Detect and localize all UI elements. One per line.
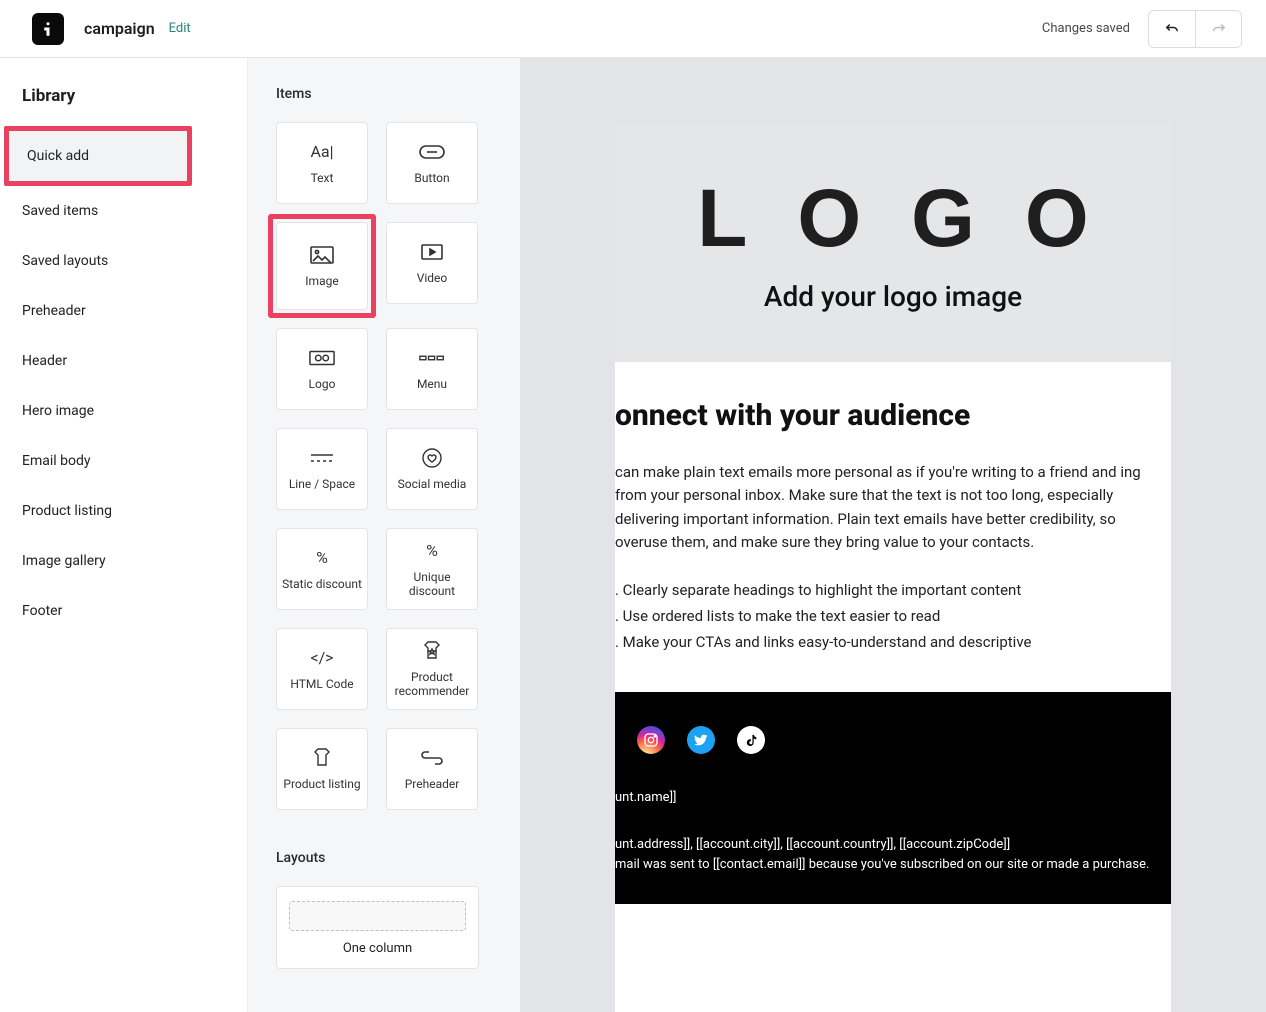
library-item-saved-layouts[interactable]: Saved layouts xyxy=(0,236,247,286)
brand-logo xyxy=(32,13,64,45)
library-item-footer[interactable]: Footer xyxy=(0,586,247,636)
item-html-code[interactable]: </> HTML Code xyxy=(276,628,368,710)
item-label: Image xyxy=(301,274,342,288)
library-item-image-gallery[interactable]: Image gallery xyxy=(0,536,247,586)
item-label: Logo xyxy=(305,377,340,391)
twitter-icon[interactable] xyxy=(687,726,715,754)
edit-link[interactable]: Edit xyxy=(169,21,191,36)
item-unique-discount[interactable]: % Unique discount xyxy=(386,528,478,610)
item-label: Video xyxy=(413,271,452,285)
item-label: Text xyxy=(307,171,338,185)
item-label: Product listing xyxy=(279,777,364,791)
footer-address: unt.address]], [[account.city]], [[accou… xyxy=(615,835,1171,855)
item-image[interactable]: Image xyxy=(276,222,368,310)
redo-icon xyxy=(1210,20,1228,38)
item-logo[interactable]: Logo xyxy=(276,328,368,410)
footer-sent-to: mail was sent to [[contact.email]] becau… xyxy=(615,855,1171,875)
item-static-discount[interactable]: % Static discount xyxy=(276,528,368,610)
content-paragraph: can make plain text emails more personal… xyxy=(615,461,1171,554)
library-item-preheader[interactable]: Preheader xyxy=(0,286,247,336)
line-icon xyxy=(309,447,335,469)
brand-icon xyxy=(39,20,57,38)
items-drawer: Items Aa| Text Button Image xyxy=(248,58,520,1012)
library-item-quick-add[interactable]: Quick add xyxy=(9,131,187,181)
logo-icon xyxy=(309,347,335,369)
logo-placeholder[interactable]: LOGO Add your logo image xyxy=(615,122,1171,362)
highlight-quick-add: Quick add xyxy=(4,126,192,186)
item-video[interactable]: Video xyxy=(386,222,478,304)
item-label: HTML Code xyxy=(286,677,357,691)
text-icon: Aa| xyxy=(309,141,335,163)
item-product-recommender[interactable]: Product recommender xyxy=(386,628,478,710)
list-item: . Clearly separate headings to highlight… xyxy=(615,578,1171,602)
logo-text: LOGO xyxy=(647,172,1138,266)
items-grid: Aa| Text Button Image xyxy=(276,122,492,810)
layout-label: One column xyxy=(343,941,412,956)
tshirt-icon xyxy=(309,747,335,769)
items-section-title: Items xyxy=(276,86,492,102)
email-body[interactable]: LOGO Add your logo image onnect with you… xyxy=(615,122,1171,1012)
button-icon xyxy=(419,141,445,163)
heart-icon xyxy=(419,447,445,469)
item-label: Unique discount xyxy=(387,570,477,599)
content-block[interactable]: onnect with your audience can make plain… xyxy=(615,398,1171,692)
menu-icon xyxy=(419,347,445,369)
item-social-media[interactable]: Social media xyxy=(386,428,478,510)
video-icon xyxy=(419,241,445,263)
library-item-product-listing[interactable]: Product listing xyxy=(0,486,247,536)
footer-account-name: unt.name]] xyxy=(615,790,1171,805)
item-text[interactable]: Aa| Text xyxy=(276,122,368,204)
layout-preview xyxy=(289,901,466,931)
library-item-header[interactable]: Header xyxy=(0,336,247,386)
social-row xyxy=(615,726,1171,754)
item-preheader[interactable]: Preheader xyxy=(386,728,478,810)
item-line-space[interactable]: Line / Space xyxy=(276,428,368,510)
percent-icon: % xyxy=(419,540,445,562)
item-label: Line / Space xyxy=(285,477,359,491)
library-item-email-body[interactable]: Email body xyxy=(0,436,247,486)
item-label: Preheader xyxy=(401,777,464,791)
email-canvas[interactable]: LOGO Add your logo image onnect with you… xyxy=(520,58,1266,1012)
redo-button[interactable] xyxy=(1195,11,1241,47)
content-list: . Clearly separate headings to highlight… xyxy=(615,578,1171,654)
undo-button[interactable] xyxy=(1149,11,1195,47)
list-item: . Make your CTAs and links easy-to-under… xyxy=(615,630,1171,654)
link-icon xyxy=(419,747,445,769)
item-product-listing[interactable]: Product listing xyxy=(276,728,368,810)
history-group xyxy=(1148,10,1242,48)
image-icon xyxy=(309,244,335,266)
library-item-saved-items[interactable]: Saved items xyxy=(0,186,247,236)
item-button[interactable]: Button xyxy=(386,122,478,204)
top-bar: campaign Edit Changes saved xyxy=(0,0,1266,58)
item-label: Product recommender xyxy=(387,670,477,699)
percent-icon: % xyxy=(309,547,335,569)
list-item: . Use ordered lists to make the text eas… xyxy=(615,604,1171,628)
item-label: Social media xyxy=(394,477,471,491)
save-status: Changes saved xyxy=(1042,21,1130,36)
item-label: Static discount xyxy=(278,577,366,591)
code-icon: </> xyxy=(309,647,335,669)
library-sidebar: Library Quick add Saved items Saved layo… xyxy=(0,58,248,1012)
tshirt-star-icon xyxy=(419,640,445,662)
campaign-title: campaign xyxy=(84,19,155,38)
layout-one-column[interactable]: One column xyxy=(276,886,479,969)
instagram-icon[interactable] xyxy=(637,726,665,754)
logo-sub: Add your logo image xyxy=(764,280,1022,313)
layouts-section-title: Layouts xyxy=(276,850,492,866)
item-label: Menu xyxy=(413,377,451,391)
item-menu[interactable]: Menu xyxy=(386,328,478,410)
library-item-hero-image[interactable]: Hero image xyxy=(0,386,247,436)
item-label: Button xyxy=(410,171,453,185)
library-title: Library xyxy=(0,86,247,126)
content-heading: onnect with your audience xyxy=(615,398,1171,433)
email-footer[interactable]: unt.name]] unt.address]], [[account.city… xyxy=(615,692,1171,904)
undo-icon xyxy=(1163,20,1181,38)
tiktok-icon[interactable] xyxy=(737,726,765,754)
highlight-image: Image xyxy=(268,214,376,318)
